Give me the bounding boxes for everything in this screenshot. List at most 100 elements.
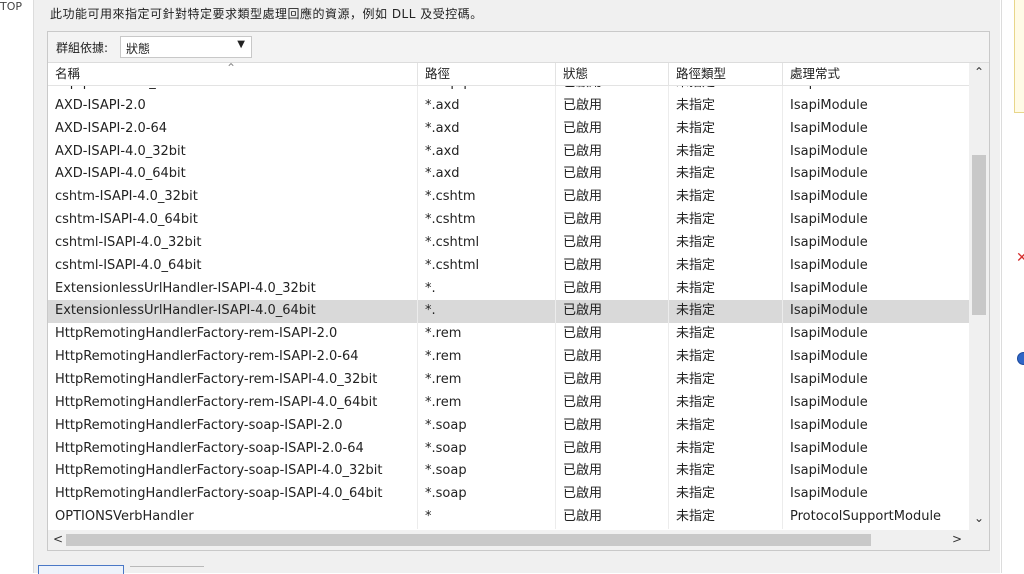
cell-name: cshtml-ISAPI-4.0_32bit <box>48 231 418 255</box>
table-row[interactable]: AXD-ISAPI-2.0 *.axd 已啟用 未指定 IsapiModule <box>48 94 969 118</box>
scroll-down-arrow-icon[interactable]: ⌄ <box>974 511 984 525</box>
table-row[interactable]: aspq-ISAPI-4.0_64bit*.aspq已啟用未指定IsapiMod… <box>48 86 969 95</box>
table-row[interactable]: AXD-ISAPI-4.0_64bit *.axd 已啟用 未指定 IsapiModul… <box>48 163 969 187</box>
column-header-state[interactable]: 狀態 <box>556 63 669 85</box>
table-row[interactable]: HttpRemotingHandlerFactory-soap-ISAPI-2.… <box>48 414 969 438</box>
group-by-dropdown[interactable]: 狀態 ▼ <box>120 36 252 58</box>
scroll-up-arrow-icon[interactable]: ⌃ <box>974 65 984 79</box>
table-row[interactable]: cshtm-ISAPI-4.0_64bit *.cshtm 已啟用 未指定 IsapiM… <box>48 209 969 232</box>
cell-path: *.axd <box>418 140 556 164</box>
cell-path: *.cshtml <box>418 254 556 278</box>
cell-path-type: 未指定 <box>669 277 783 301</box>
cell-state: 已啟用 <box>556 460 669 484</box>
cell-path: *.axd <box>418 117 556 141</box>
table-row[interactable]: ExtensionlessUrlHandler-ISAPI-4.0_32bit *… <box>48 277 969 301</box>
cell-name: HttpRemotingHandlerFactory-soap-ISAPI-4.… <box>48 460 418 484</box>
cell-name: AXD-ISAPI-4.0_32bit <box>48 140 418 164</box>
cell-handler: IsapiModule <box>783 86 969 95</box>
scroll-left-arrow-icon[interactable]: < <box>53 532 63 546</box>
cell-name: HttpRemotingHandlerFactory-soap-ISAPI-4.… <box>48 483 418 507</box>
cell-path: * <box>418 506 556 529</box>
cell-handler: ProtocolSupportModule <box>790 509 942 525</box>
cell-handler: IsapiModule <box>790 189 868 205</box>
cell-state: 已啟用 <box>556 254 669 278</box>
cell-handler: IsapiModule <box>790 440 868 456</box>
actions-pane: ✕ <box>1001 0 1024 573</box>
table-row[interactable]: HttpRemotingHandlerFactory-rem-ISAPI-2.0… <box>48 323 969 347</box>
cell-state: 已啟用 <box>556 209 669 232</box>
cell-name: ExtensionlessUrlHandler-ISAPI-4.0_32bit <box>48 277 418 301</box>
cell-path: *.soap <box>418 414 556 438</box>
cell-name: cshtml-ISAPI-4.0_64bit <box>48 254 418 278</box>
chevron-down-icon: ▼ <box>237 39 245 50</box>
table-row[interactable]: HttpRemotingHandlerFactory-soap-ISAPI-4.… <box>48 460 969 484</box>
table-row[interactable]: cshtml-ISAPI-4.0_64bit *.cshtml 已啟用 未指定 Isap… <box>48 254 969 278</box>
table-row[interactable]: ExtensionlessUrlHandler-ISAPI-4.0_64bit *… <box>48 300 969 324</box>
blue-circle-icon[interactable] <box>1017 352 1024 365</box>
column-header-path-type[interactable]: 路徑類型 <box>669 63 783 85</box>
group-by-toolbar: 群組依據: 狀態 ▼ <box>48 32 989 63</box>
cell-path: *.soap <box>418 460 556 484</box>
cell-name: AXD-ISAPI-4.0_64bit <box>48 163 418 187</box>
left-pane: TOP <box>0 0 34 573</box>
cell-path-type: 未指定 <box>669 460 783 484</box>
table-row[interactable]: cshtml-ISAPI-4.0_32bit *.cshtml 已啟用 未指定 Isap… <box>48 231 969 255</box>
group-by-label: 群組依據: <box>56 41 109 55</box>
cell-path: *.aspq <box>418 86 556 95</box>
table-row[interactable]: HttpRemotingHandlerFactory-soap-ISAPI-2.… <box>48 437 969 461</box>
vertical-scrollbar[interactable]: ⌃ ⌄ <box>969 63 989 530</box>
table-header: 名稱 ⌃ 路徑 狀態 路徑類型 處理常式 <box>48 63 969 86</box>
table-row[interactable]: AXD-ISAPI-2.0-64 *.axd 已啟用 未指定 IsapiModule <box>48 117 969 141</box>
column-header-handler[interactable]: 處理常式 <box>783 63 969 85</box>
cell-state: 已啟用 <box>556 346 669 369</box>
table-row[interactable]: cshtm-ISAPI-4.0_32bit *.cshtm 已啟用 未指定 IsapiM… <box>48 186 969 210</box>
scroll-right-arrow-icon[interactable]: > <box>952 532 962 546</box>
table-row[interactable]: HttpRemotingHandlerFactory-soap-ISAPI-4.… <box>48 483 969 507</box>
cell-handler: IsapiModule <box>790 486 868 502</box>
column-header-label: 路徑類型 <box>676 66 727 81</box>
cell-path: *. <box>418 300 556 324</box>
table-row[interactable]: HttpRemotingHandlerFactory-rem-ISAPI-4.0… <box>48 391 969 415</box>
column-header-label: 名稱 <box>55 66 81 81</box>
table-row[interactable]: AXD-ISAPI-4.0_32bit *.axd 已啟用 未指定 IsapiModul… <box>48 140 969 164</box>
table-row[interactable]: HttpRemotingHandlerFactory-rem-ISAPI-4.0… <box>48 368 969 392</box>
view-tabs <box>38 565 338 574</box>
column-header-label: 處理常式 <box>790 66 841 81</box>
cell-handler: IsapiModule <box>790 143 868 159</box>
cell-state: 已啟用 <box>556 186 669 210</box>
cell-handler: IsapiModule <box>790 394 868 410</box>
cell-handler: IsapiModule <box>790 120 868 136</box>
cell-handler: IsapiModule <box>790 212 868 228</box>
cell-state: 已啟用 <box>556 414 669 438</box>
vertical-scroll-thumb[interactable] <box>972 155 986 315</box>
cell-path: *.cshtml <box>418 231 556 255</box>
cell-name: ExtensionlessUrlHandler-ISAPI-4.0_64bit <box>48 300 418 324</box>
cell-name: HttpRemotingHandlerFactory-rem-ISAPI-4.0… <box>48 391 418 415</box>
cell-handler: IsapiModule <box>790 326 868 342</box>
table-row[interactable]: OPTIONSVerbHandler * 已啟用 未指定 ProtocolSupport… <box>48 506 969 529</box>
cell-handler: IsapiModule <box>790 234 868 250</box>
cell-name: HttpRemotingHandlerFactory-rem-ISAPI-2.0 <box>48 323 418 347</box>
cell-state: 已啟用 <box>556 323 669 347</box>
cell-path-type: 未指定 <box>669 483 783 507</box>
red-x-icon[interactable]: ✕ <box>1016 250 1024 266</box>
column-header-name[interactable]: 名稱 ⌃ <box>48 63 418 85</box>
cell-name: OPTIONSVerbHandler <box>48 506 418 529</box>
column-header-path[interactable]: 路徑 <box>418 63 556 85</box>
cell-path-type: 未指定 <box>669 414 783 438</box>
column-header-label: 狀態 <box>563 66 589 81</box>
cell-path-type: 未指定 <box>669 254 783 278</box>
cell-name: aspq-ISAPI-4.0_64bit <box>48 86 418 95</box>
table-row[interactable]: HttpRemotingHandlerFactory-rem-ISAPI-2.0… <box>48 346 969 369</box>
cell-path-type: 未指定 <box>669 140 783 164</box>
cell-name: HttpRemotingHandlerFactory-soap-ISAPI-2.… <box>48 437 418 461</box>
cell-path-type: 未指定 <box>669 117 783 141</box>
cell-state: 已啟用 <box>556 94 669 118</box>
cell-name: HttpRemotingHandlerFactory-rem-ISAPI-2.0… <box>48 346 418 369</box>
cell-path: *.cshtm <box>418 186 556 210</box>
cell-state: 已啟用 <box>556 140 669 164</box>
cell-path-type: 未指定 <box>669 186 783 210</box>
cell-path-type: 未指定 <box>669 368 783 392</box>
horizontal-scroll-thumb[interactable] <box>66 534 871 546</box>
horizontal-scrollbar[interactable]: < > <box>48 530 969 550</box>
